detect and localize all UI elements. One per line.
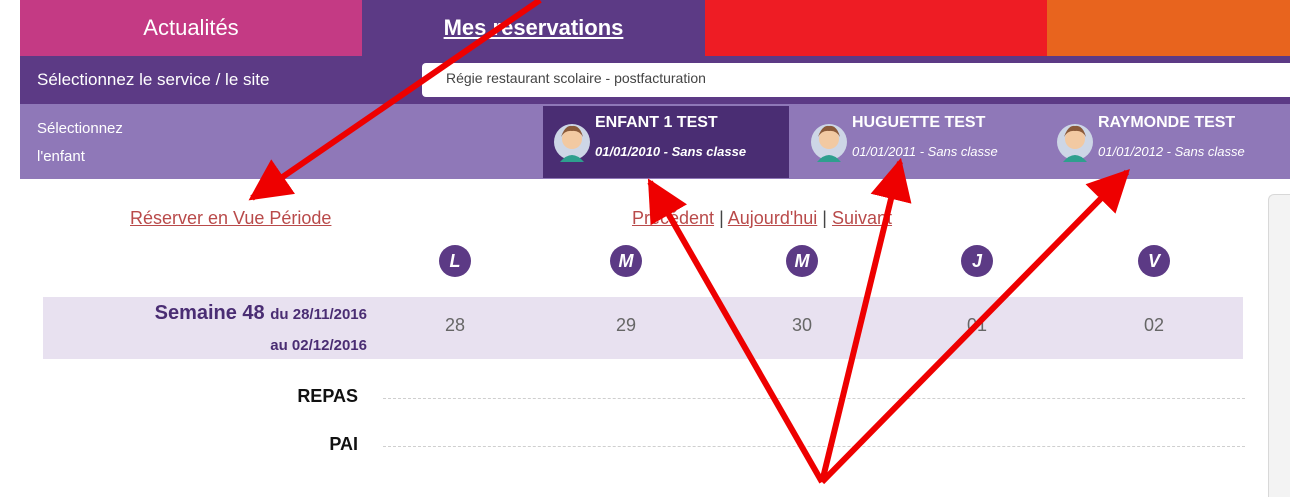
date-cell: 28 [444, 315, 466, 335]
week-from: du 28/11/2016 [270, 306, 367, 323]
day-letter-monday: L [439, 245, 471, 277]
child-name: HUGUETTE TEST [852, 114, 986, 131]
week-navigation: Précédent | Aujourd'hui | Suivant [632, 208, 892, 229]
week-number: Semaine 48 [154, 302, 265, 324]
service-select[interactable]: Régie restaurant scolaire - postfacturat… [422, 63, 1290, 97]
child-select-label: Sélectionnez [37, 120, 123, 137]
row-label-pai: PAI [329, 434, 358, 454]
row-divider [383, 446, 1245, 447]
tab-actualites[interactable]: Actualités [20, 0, 362, 56]
nav-separator: | [719, 208, 724, 228]
date-cell: 02 [1143, 315, 1165, 335]
child-avatar-icon [811, 124, 847, 162]
tab-orange[interactable] [1047, 0, 1290, 56]
reserve-period-link[interactable]: Réserver en Vue Période [130, 208, 331, 229]
child-tab[interactable]: HUGUETTE TEST 01/01/2011 - Sans classe [800, 106, 1040, 178]
child-name: ENFANT 1 TEST [595, 114, 718, 131]
day-letter-tuesday: M [610, 245, 642, 277]
side-panel [1268, 194, 1290, 497]
child-name: RAYMONDE TEST [1098, 114, 1236, 131]
date-cell: 29 [615, 315, 637, 335]
today-link[interactable]: Aujourd'hui [728, 208, 818, 228]
service-label: Sélectionnez le service / le site [37, 70, 270, 89]
nav-separator: | [822, 208, 827, 228]
row-divider [383, 398, 1245, 399]
date-cell: 30 [791, 315, 813, 335]
day-letter-friday: V [1138, 245, 1170, 277]
day-letter-wednesday: M [786, 245, 818, 277]
child-info: 01/01/2010 - Sans classe [595, 144, 747, 159]
day-letter-thursday: J [961, 245, 993, 277]
child-avatar-icon [554, 124, 590, 162]
child-tab-active[interactable]: ENFANT 1 TEST 01/01/2010 - Sans classe [543, 106, 789, 178]
child-info: 01/01/2012 - Sans classe [1098, 144, 1245, 159]
previous-link[interactable]: Précédent [632, 208, 714, 228]
child-select-label-2: l'enfant [37, 148, 85, 165]
tab-mes-reservations[interactable]: Mes réservations [362, 0, 705, 56]
child-tab[interactable]: RAYMONDE TEST 01/01/2012 - Sans classe [1046, 106, 1290, 178]
date-cell: 01 [966, 315, 988, 335]
week-title: Semaine 48 du 28/11/2016 [0, 302, 367, 325]
row-label-repas: REPAS [297, 386, 358, 406]
tab-red[interactable] [705, 0, 1047, 56]
week-to: au 02/12/2016 [270, 337, 367, 354]
next-link[interactable]: Suivant [832, 208, 892, 228]
child-info: 01/01/2011 - Sans classe [852, 144, 998, 159]
child-avatar-icon [1057, 124, 1093, 162]
